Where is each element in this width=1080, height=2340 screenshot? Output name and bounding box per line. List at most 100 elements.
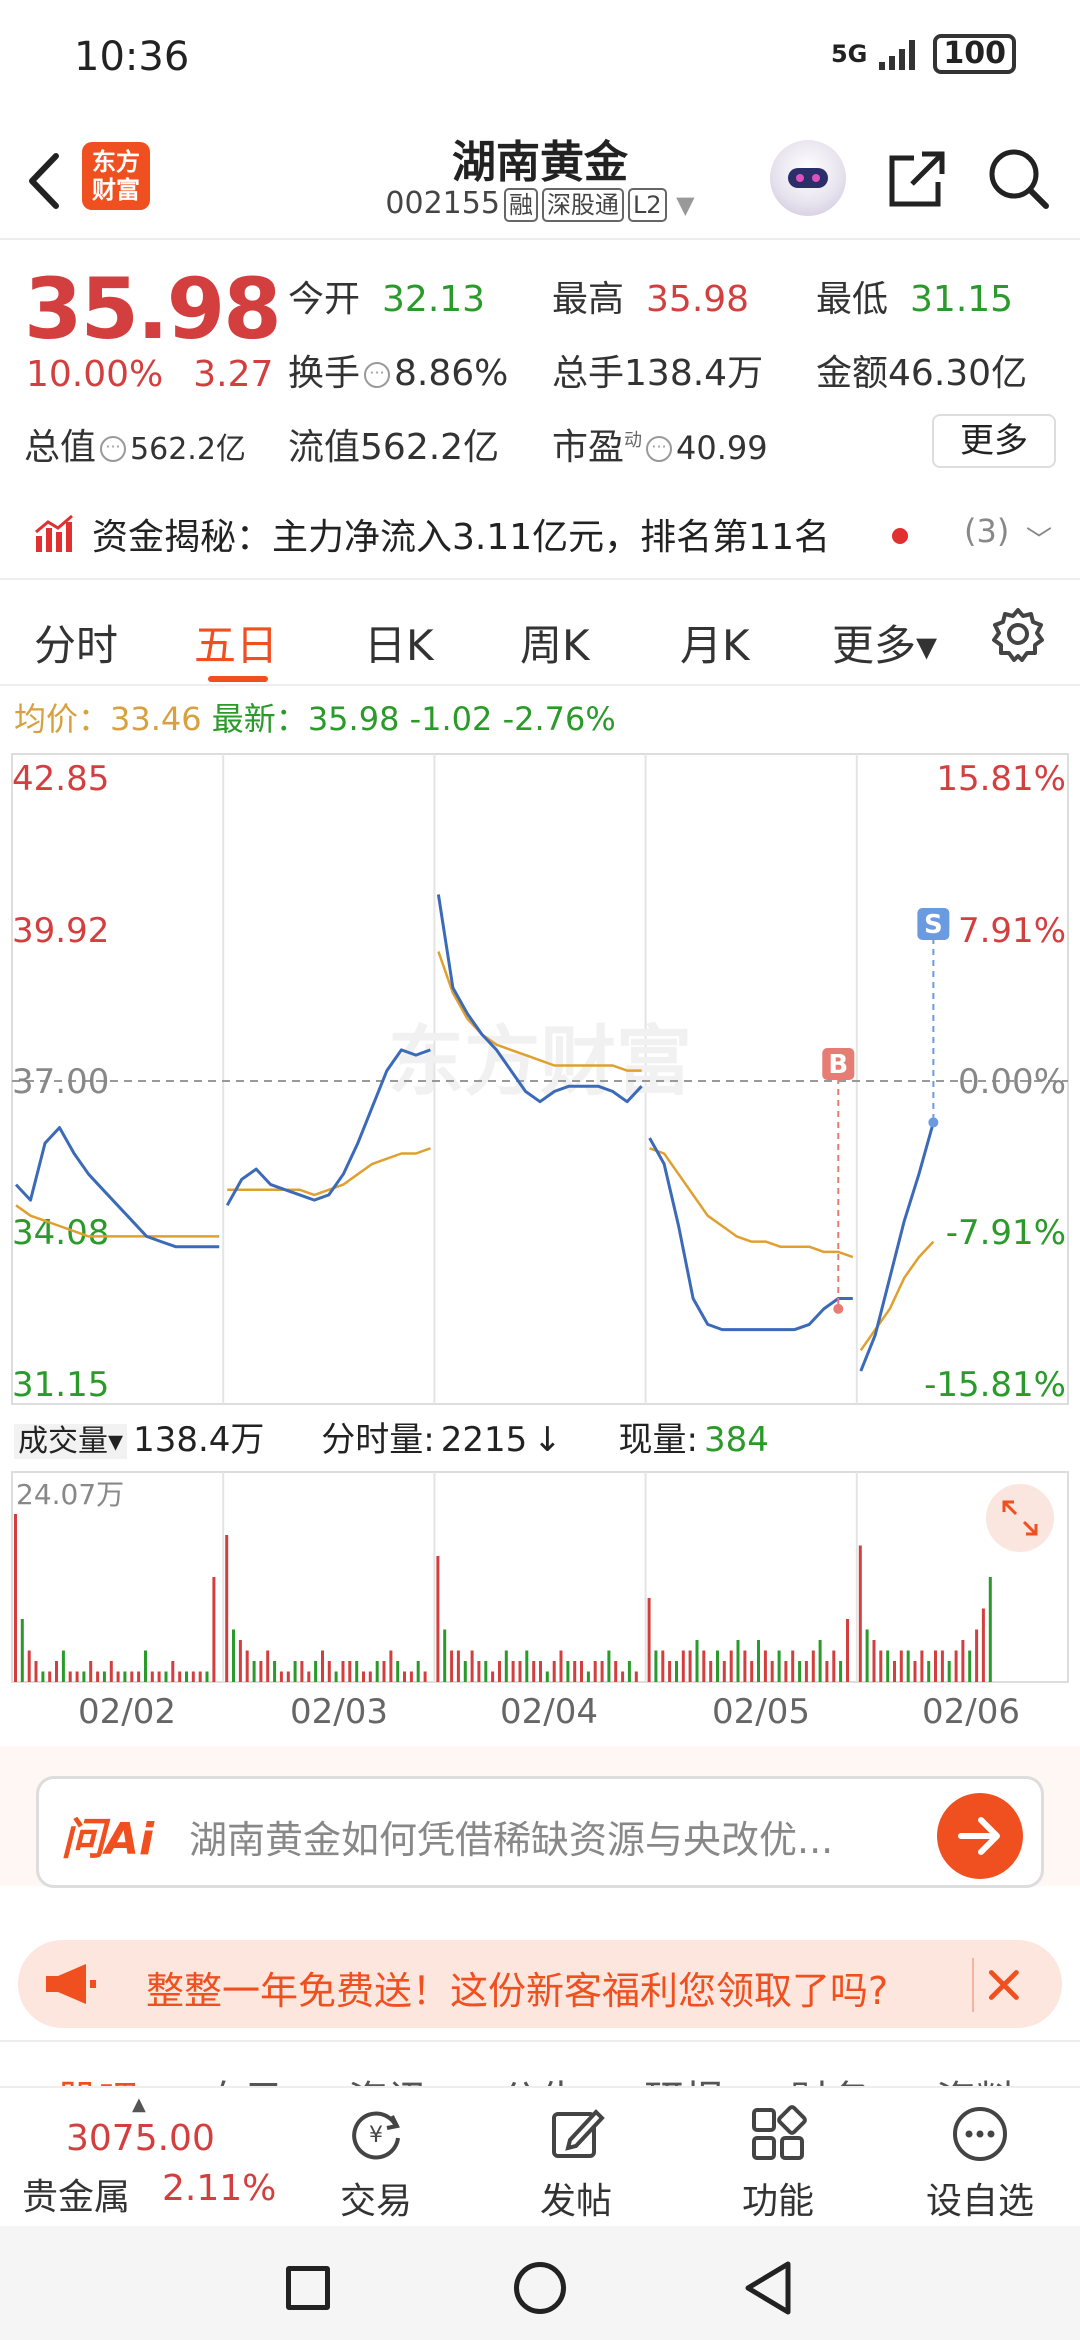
volume-bar — [463, 1661, 467, 1682]
subtab-reports[interactable]: 研报 — [644, 2068, 724, 2086]
megaphone-icon — [46, 1964, 96, 2004]
volume-bar — [975, 1629, 979, 1682]
robot-assistant-icon[interactable] — [770, 140, 846, 216]
volume-bar — [137, 1671, 141, 1682]
features-button[interactable]: 功能 — [708, 2104, 848, 2224]
subtab-finance[interactable]: 财务 — [790, 2068, 870, 2086]
home-button[interactable] — [514, 2262, 566, 2314]
volume-bar — [988, 1577, 992, 1682]
volume-bar — [968, 1650, 972, 1682]
volume-bar — [961, 1640, 965, 1682]
volume-bar — [144, 1650, 147, 1682]
volume-bar — [279, 1671, 283, 1682]
volume-bar — [491, 1671, 495, 1682]
subtab-announcements[interactable]: 公告 — [500, 2068, 580, 2086]
volume-bar — [681, 1650, 685, 1682]
info-icon[interactable]: ··· — [646, 436, 673, 462]
volume-bar — [205, 1671, 209, 1682]
volume-bar — [777, 1650, 781, 1682]
volume-bar — [396, 1661, 400, 1682]
volume-bar — [375, 1661, 379, 1682]
volume-bar — [791, 1650, 795, 1682]
trade-marker-label: S — [924, 910, 943, 940]
volume-bar — [920, 1650, 924, 1682]
volume-bar — [784, 1661, 788, 1682]
volume-bar — [627, 1661, 631, 1682]
volume-bar — [832, 1650, 836, 1682]
tab-monthly-k[interactable]: 月K — [680, 612, 750, 673]
pe-ratio: 市盈动 ··· 40.99 — [552, 427, 768, 468]
quote-panel: 35.98 10.00% 3.27 今开 32.13 最高 35.98 最低 31.15… — [0, 240, 1080, 500]
bottom-toolbar: ▲ 3075.00 贵金属 2.11% ¥ 交易 发帖 功能 设自选 — [0, 2086, 1080, 2226]
volume-bar — [355, 1661, 359, 1682]
price-change: 10.00% 3.27 — [26, 354, 274, 395]
add-watchlist-button[interactable]: 设自选 — [910, 2104, 1050, 2224]
volume-bar — [573, 1661, 577, 1682]
y-tick-label: 0.00% — [958, 1062, 1066, 1102]
gear-icon[interactable] — [990, 606, 1046, 662]
back-button[interactable] — [740, 2258, 796, 2318]
more-quote-button[interactable]: 更多 — [932, 414, 1056, 468]
promo-banner[interactable]: 整整一年免费送！这份新客福利您领取了吗? — [18, 1940, 1062, 2028]
ask-ai-prompt: 湖南黄金如何凭借稀缺资源与央改优... — [189, 1818, 834, 1862]
volume-bar — [709, 1661, 713, 1682]
post-button[interactable]: 发帖 — [506, 2104, 646, 2224]
volume-bar — [934, 1650, 937, 1682]
y-tick-label: 42.85 — [12, 759, 109, 799]
info-icon[interactable]: ··· — [364, 362, 391, 388]
volume-bar — [770, 1661, 774, 1682]
five-day-price-chart[interactable]: 东方财富42.85 15.81%39.92 7.91%37.00 0.00%34.08… — [0, 748, 1080, 1408]
close-icon[interactable] — [972, 1958, 1026, 2012]
volume-bar — [846, 1619, 849, 1682]
tab-daily-k[interactable]: 日K — [364, 612, 434, 673]
subtab-profile[interactable]: 资料 — [936, 2068, 1016, 2086]
subtab-self[interactable]: 自己 — [204, 2068, 284, 2086]
volume-bar — [927, 1661, 931, 1682]
volume-bar — [293, 1661, 297, 1682]
tab-more[interactable]: 更多▾ — [832, 612, 937, 673]
ask-ai-submit-button[interactable] — [937, 1793, 1023, 1879]
volume-bar — [185, 1671, 188, 1682]
recents-button[interactable] — [286, 2266, 330, 2310]
volume-bar — [545, 1671, 549, 1682]
tab-weekly-k[interactable]: 周K — [520, 612, 590, 673]
volume-selector[interactable]: 成交量▾ — [14, 1424, 128, 1459]
volume-bar — [600, 1661, 604, 1682]
volume-bar — [109, 1661, 113, 1682]
volume-bar — [225, 1535, 229, 1682]
volume-bar — [647, 1598, 651, 1682]
volume-bar — [688, 1650, 692, 1682]
dropdown-triangle-icon: ▼ — [676, 191, 695, 219]
share-icon[interactable] — [884, 146, 950, 212]
stock-code: 002155 — [385, 186, 500, 221]
search-icon[interactable] — [984, 144, 1052, 212]
edit-icon — [552, 2109, 605, 2158]
volume-bar — [389, 1650, 393, 1682]
status-bar: 10:36 5G 100 — [0, 0, 1080, 120]
volume-bar — [403, 1671, 406, 1682]
capital-flow-row[interactable]: 资金揭秘：主力净流入3.11亿元，排名第11名 (3) ﹀ — [0, 500, 1080, 580]
volume-bar — [416, 1661, 420, 1682]
level2-badge: L2 — [627, 188, 667, 222]
trade-button[interactable]: ¥ 交易 — [306, 2104, 446, 2224]
volume-bar — [157, 1671, 161, 1682]
volume-bar — [552, 1661, 556, 1682]
volume-bar — [300, 1661, 304, 1682]
subtab-news[interactable]: 资讯 — [348, 2068, 428, 2086]
tab-five-day[interactable]: 五日 — [194, 612, 278, 673]
volume-bar — [580, 1661, 583, 1682]
trade-marker-point — [928, 1117, 939, 1128]
expand-button[interactable] — [986, 1484, 1054, 1552]
volume-bar — [906, 1650, 910, 1682]
tab-intraday[interactable]: 分时 — [34, 612, 118, 673]
chart-summary: 均价：33.46 最新：35.98 -1.02 -2.76% — [14, 700, 616, 738]
subtab-forum[interactable]: 股吧 — [58, 2068, 138, 2086]
volume-bar — [607, 1650, 611, 1682]
info-icon[interactable]: ··· — [100, 436, 127, 462]
volume-bar — [436, 1556, 440, 1682]
ask-ai-input[interactable]: 问Ai 湖南黄金如何凭借稀缺资源与央改优... — [36, 1776, 1044, 1888]
content-subtabs: 股吧 自己 资讯 公告 研报 财务 资料 — [0, 2040, 1080, 2086]
volume-bar — [96, 1671, 100, 1682]
volume-max-label: 24.07万 — [16, 1478, 124, 1511]
volume-chart[interactable]: 24.07万 — [0, 1470, 1080, 1686]
